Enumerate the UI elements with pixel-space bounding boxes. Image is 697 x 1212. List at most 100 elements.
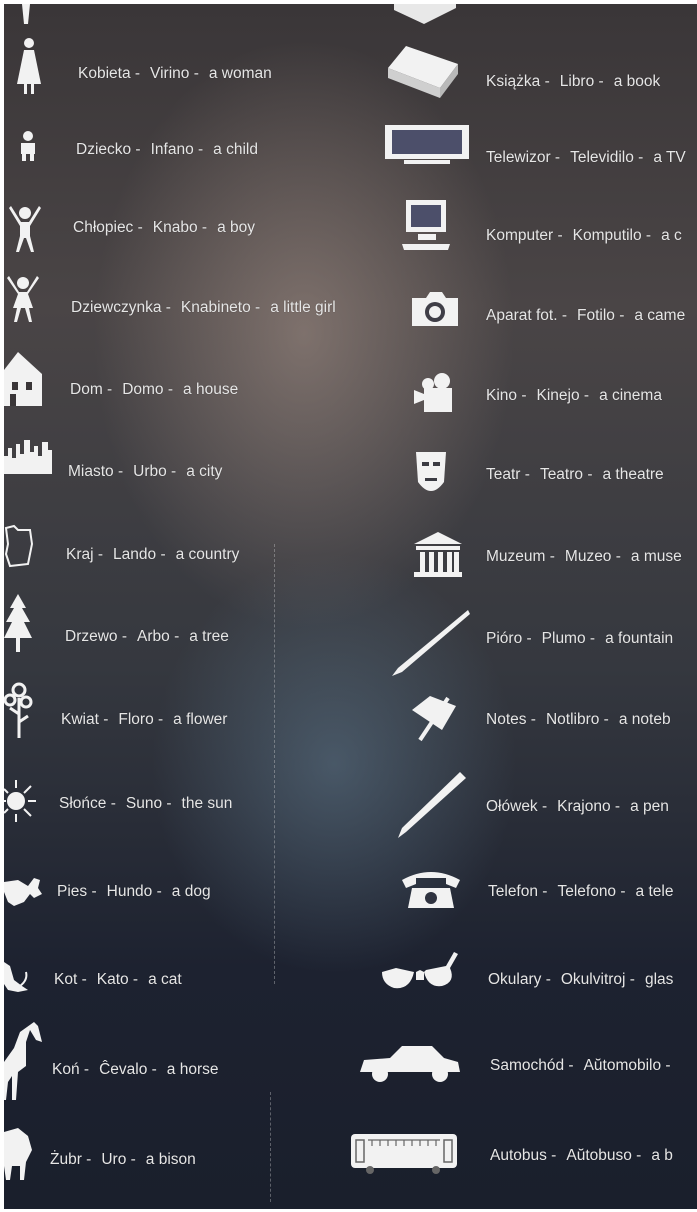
vocab-entry: Kwiat - Floro - a flower bbox=[61, 712, 237, 728]
word-english: a b bbox=[651, 1147, 673, 1164]
bison-icon bbox=[4, 1126, 34, 1182]
woman-icon bbox=[14, 36, 44, 96]
museum-icon bbox=[414, 532, 462, 578]
partial-person-icon bbox=[16, 4, 36, 24]
notebook-icon bbox=[408, 692, 460, 742]
bus-icon bbox=[350, 1132, 460, 1174]
computer-icon bbox=[402, 200, 452, 252]
word-esperanto: Libro - bbox=[559, 73, 604, 90]
word-esperanto: Uro - bbox=[101, 1151, 136, 1168]
word-polish: Chłopiec - bbox=[73, 219, 143, 236]
word-esperanto: Urbo - bbox=[133, 463, 177, 480]
word-esperanto: Floro - bbox=[118, 711, 164, 728]
word-english: a pen bbox=[630, 798, 669, 815]
vocab-entry: Notes - Notlibro - a noteb bbox=[486, 712, 681, 728]
word-polish: Koń - bbox=[52, 1061, 90, 1078]
word-english: a cinema bbox=[599, 387, 662, 404]
vocab-entry: Autobus - Aŭtobuso - a b bbox=[490, 1148, 683, 1164]
word-polish: Muzeum - bbox=[486, 548, 555, 565]
word-esperanto: Aŭtomobilo - bbox=[583, 1057, 671, 1074]
word-polish: Kino - bbox=[486, 387, 527, 404]
cat-icon bbox=[4, 956, 30, 996]
word-polish: Słońce - bbox=[59, 795, 116, 812]
vocab-entry: Samochód - Aŭtomobilo - bbox=[490, 1058, 691, 1074]
horse-icon bbox=[4, 1022, 44, 1102]
word-polish: Książka - bbox=[486, 73, 550, 90]
word-english: a theatre bbox=[602, 466, 664, 483]
vocab-entry: Pióro - Plumo - a fountain bbox=[486, 631, 683, 647]
word-polish: Notes - bbox=[486, 711, 536, 728]
vocab-entry: Kino - Kinejo - a cinema bbox=[486, 388, 672, 404]
word-polish: Autobus - bbox=[490, 1147, 557, 1164]
word-english: a flower bbox=[173, 711, 228, 728]
dog-icon bbox=[4, 872, 44, 912]
word-english: a fountain bbox=[605, 630, 674, 647]
vocab-entry: Aparat fot. - Fotilo - a came bbox=[486, 308, 695, 324]
tree-icon bbox=[4, 594, 32, 654]
word-esperanto: Krajono - bbox=[557, 798, 621, 815]
word-esperanto: Arbo - bbox=[137, 628, 180, 645]
theatre-mask-icon bbox=[416, 452, 446, 498]
glasses-icon bbox=[380, 950, 460, 994]
vocab-entry: Chłopiec - Knabo - a boy bbox=[73, 220, 265, 236]
child-icon bbox=[18, 130, 38, 162]
word-polish: Kot - bbox=[54, 971, 87, 988]
word-polish: Dziecko - bbox=[76, 141, 141, 158]
word-english: a muse bbox=[630, 548, 682, 565]
word-esperanto: Knabineto - bbox=[180, 299, 261, 316]
vocab-entry: Drzewo - Arbo - a tree bbox=[65, 629, 239, 645]
word-esperanto: Komputilo - bbox=[572, 227, 652, 244]
boy-icon bbox=[8, 204, 42, 254]
word-english: a TV bbox=[653, 149, 686, 166]
word-polish: Pies - bbox=[57, 883, 97, 900]
word-polish: Samochód - bbox=[490, 1057, 574, 1074]
vocab-entry: Kraj - Lando - a country bbox=[66, 547, 249, 563]
word-english: a horse bbox=[166, 1061, 219, 1078]
word-english: the sun bbox=[181, 795, 233, 812]
word-english: a came bbox=[634, 307, 686, 324]
vocab-entry: Pies - Hundo - a dog bbox=[57, 884, 221, 900]
word-esperanto: Kinejo - bbox=[536, 387, 590, 404]
word-esperanto: Fotilo - bbox=[576, 307, 625, 324]
vocab-entry: Telewizor - Televidilo - a TV bbox=[486, 150, 696, 166]
word-esperanto: Ĉevalo - bbox=[99, 1061, 157, 1078]
word-polish: Dom - bbox=[70, 381, 113, 398]
word-english: a child bbox=[213, 141, 258, 158]
word-english: a dog bbox=[171, 883, 211, 900]
word-polish: Żubr - bbox=[50, 1151, 92, 1168]
city-icon bbox=[4, 438, 54, 476]
word-english: a cat bbox=[148, 971, 182, 988]
dashed-divider-lower bbox=[270, 1092, 271, 1202]
girl-icon bbox=[6, 274, 40, 324]
word-polish: Telewizor - bbox=[486, 149, 561, 166]
word-esperanto: Aŭtobuso - bbox=[566, 1147, 642, 1164]
word-english: a noteb bbox=[618, 711, 671, 728]
word-polish: Teatr - bbox=[486, 466, 530, 483]
word-polish: Okulary - bbox=[488, 971, 551, 988]
vocab-entry: Komputer - Komputilo - a c bbox=[486, 228, 692, 244]
word-esperanto: Kato - bbox=[96, 971, 139, 988]
vocab-entry: Słońce - Suno - the sun bbox=[59, 796, 242, 812]
word-english: a woman bbox=[208, 65, 272, 82]
word-english: a house bbox=[183, 381, 239, 398]
word-polish: Ołówek - bbox=[486, 798, 548, 815]
word-esperanto: Teatro - bbox=[539, 466, 593, 483]
word-english: a boy bbox=[217, 219, 255, 236]
word-english: a book bbox=[613, 73, 661, 90]
word-esperanto: Muzeo - bbox=[564, 548, 621, 565]
word-polish: Telefon - bbox=[488, 883, 548, 900]
word-esperanto: Infano - bbox=[150, 141, 204, 158]
country-icon bbox=[4, 524, 34, 568]
vocab-entry: Telefon - Telefono - a tele bbox=[488, 884, 683, 900]
word-esperanto: Hundo - bbox=[106, 883, 162, 900]
vocab-entry: Muzeum - Muzeo - a muse bbox=[486, 549, 692, 565]
word-polish: Kwiat - bbox=[61, 711, 109, 728]
pencil-icon bbox=[396, 770, 466, 840]
vocab-entry: Książka - Libro - a book bbox=[486, 74, 670, 90]
vocab-entry: Ołówek - Krajono - a pen bbox=[486, 799, 679, 815]
vocab-entry: Dom - Domo - a house bbox=[70, 382, 248, 398]
partial-book-icon bbox=[394, 4, 464, 28]
word-esperanto: Knabo - bbox=[152, 219, 208, 236]
vocabulary-poster-photo: Kobieta - Virino - a woman Dziecko - Infano … bbox=[4, 4, 697, 1209]
vocab-entry: Teatr - Teatro - a theatre bbox=[486, 467, 674, 483]
